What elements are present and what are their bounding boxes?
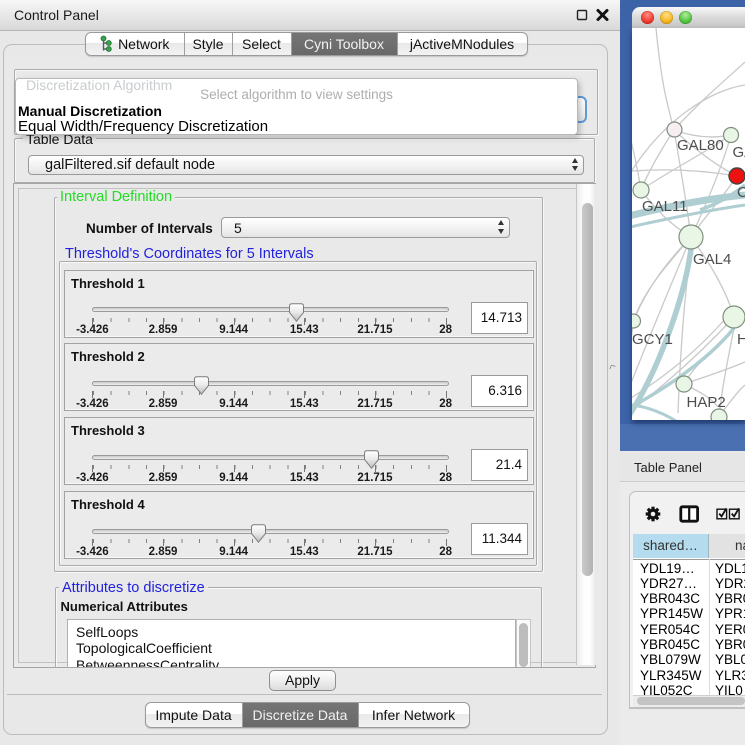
svg-text:GAL4: GAL4 [693,251,731,268]
svg-text:GCY1: GCY1 [632,331,673,348]
svg-text:HAP2: HAP2 [687,394,726,411]
svg-text:GAL2: GAL2 [733,144,745,161]
svg-text:CYC: CYC [737,184,745,201]
svg-text:GAL11: GAL11 [642,198,688,215]
svg-text:HIS: HIS [737,331,745,348]
svg-text:GAL80: GAL80 [677,137,724,154]
